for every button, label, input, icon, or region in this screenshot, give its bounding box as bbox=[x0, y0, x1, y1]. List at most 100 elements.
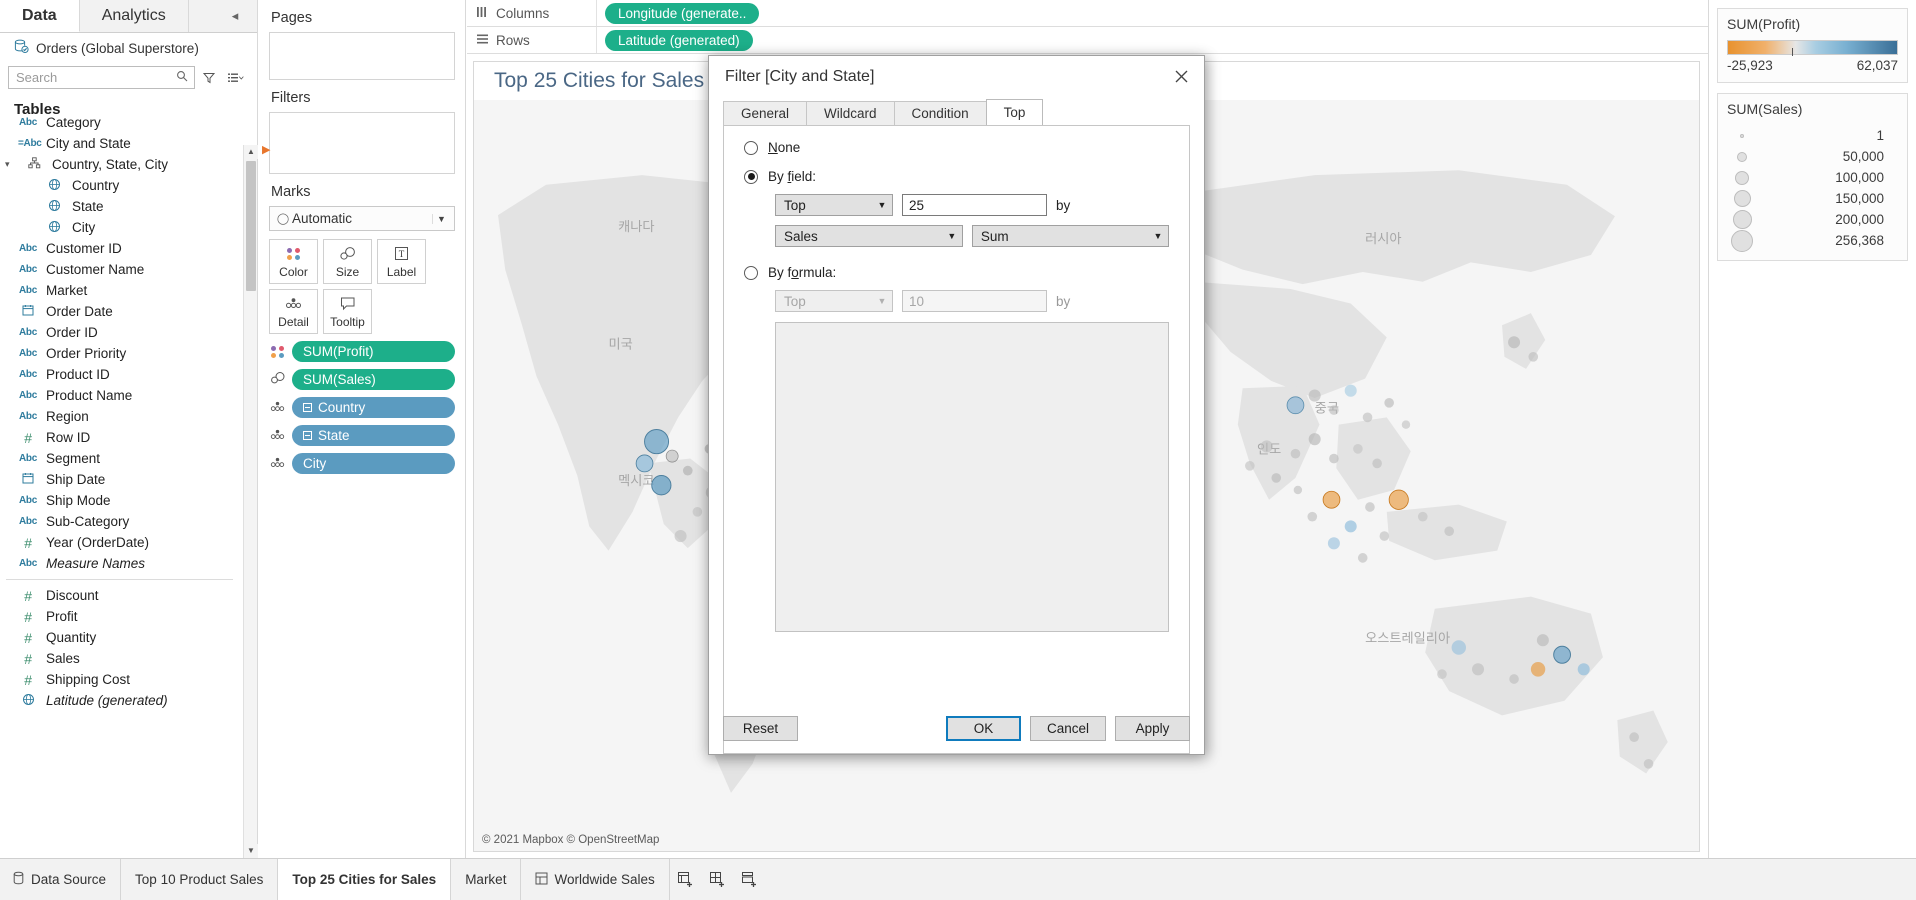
field-item-product-id[interactable]: Abc Product ID bbox=[0, 364, 243, 385]
field-item-state[interactable]: State bbox=[0, 196, 243, 217]
legend-sales[interactable]: SUM(Sales) 1 50,000 100,000 150,000 200,000 2… bbox=[1717, 93, 1908, 261]
field-item-quantity[interactable]: # Quantity bbox=[0, 627, 243, 648]
search-input-wrapper[interactable] bbox=[8, 66, 195, 89]
filter-funnel-icon[interactable] bbox=[199, 67, 219, 88]
new-dashboard-icon[interactable] bbox=[702, 859, 734, 900]
field-item-discount[interactable]: # Discount bbox=[0, 585, 243, 606]
field-item-segment[interactable]: Abc Segment bbox=[0, 448, 243, 469]
sheet-tab-data-source[interactable]: Data Source bbox=[0, 859, 122, 900]
size-shelf-button[interactable]: Size bbox=[323, 239, 372, 284]
dialog-tab-top[interactable]: Top bbox=[985, 99, 1044, 125]
field-item-measure-names[interactable]: Abc Measure Names bbox=[0, 553, 243, 574]
chevron-down-icon[interactable]: ▼ bbox=[872, 296, 892, 306]
group-by-folder-icon[interactable] bbox=[223, 67, 249, 88]
tab-analytics[interactable]: Analytics bbox=[80, 0, 189, 32]
marks-pill-city[interactable]: City bbox=[292, 453, 455, 474]
marks-pill-sum-profit[interactable]: SUM(Profit) bbox=[292, 341, 455, 362]
field-item-city[interactable]: City bbox=[0, 217, 243, 238]
field-item-row-id[interactable]: # Row ID bbox=[0, 427, 243, 448]
field-item-order-priority[interactable]: Abc Order Priority bbox=[0, 343, 243, 364]
tooltip-shelf-button[interactable]: Tooltip bbox=[323, 289, 372, 334]
sheet-tab-worldwide-sales[interactable]: Worldwide Sales bbox=[521, 859, 670, 900]
scroll-up-icon[interactable]: ▲ bbox=[244, 145, 258, 159]
dialog-tab-wildcard[interactable]: Wildcard bbox=[806, 101, 895, 125]
field-item-ship-mode[interactable]: Abc Ship Mode bbox=[0, 490, 243, 511]
ok-button[interactable]: OK bbox=[945, 715, 1021, 741]
marks-pill-sum-sales[interactable]: SUM(Sales) bbox=[292, 369, 455, 390]
close-icon[interactable] bbox=[1158, 56, 1204, 98]
new-worksheet-icon[interactable] bbox=[670, 859, 702, 900]
top-field-select[interactable]: Sales ▼ bbox=[775, 225, 963, 247]
filter-dialog[interactable]: Filter [City and State] General Wildcard… bbox=[708, 55, 1205, 755]
marks-pill-country[interactable]: Country bbox=[292, 397, 455, 418]
legend-profit[interactable]: SUM(Profit) -25,923 62,037 bbox=[1717, 8, 1908, 83]
field-item-order-id[interactable]: Abc Order ID bbox=[0, 322, 243, 343]
scroll-thumb[interactable] bbox=[246, 161, 256, 291]
reset-button[interactable]: Reset bbox=[723, 715, 798, 741]
formula-direction-select[interactable]: Top ▼ bbox=[775, 290, 893, 312]
radio-by-formula[interactable] bbox=[744, 265, 758, 280]
search-input[interactable] bbox=[14, 69, 176, 86]
field-item-profit[interactable]: # Profit bbox=[0, 606, 243, 627]
data-source-row[interactable]: Orders (Global Superstore) bbox=[0, 33, 257, 63]
chevron-down-icon[interactable]: ▼ bbox=[872, 200, 892, 210]
field-item-city-and-state[interactable]: =Abc City and State bbox=[0, 133, 243, 154]
field-item-product-name[interactable]: Abc Product Name bbox=[0, 385, 243, 406]
columns-shelf[interactable]: Columns Longitude (generate.. bbox=[467, 0, 1708, 27]
sheet-tab-market[interactable]: Market bbox=[451, 859, 522, 900]
field-item-category[interactable]: Abc Category bbox=[0, 112, 243, 133]
field-item-customer-name[interactable]: Abc Customer Name bbox=[0, 259, 243, 280]
rows-shelf-content[interactable]: Latitude (generated) bbox=[597, 29, 1708, 51]
field-item-country[interactable]: Country bbox=[0, 175, 243, 196]
new-story-icon[interactable] bbox=[734, 859, 766, 900]
field-list-scrollbar[interactable]: ▲ ▼ bbox=[243, 145, 258, 858]
formula-count-input[interactable]: 10 bbox=[902, 290, 1047, 312]
field-item-year-orderdate[interactable]: # Year (OrderDate) bbox=[0, 532, 243, 553]
sheet-tab-top-25-cities-for-sales[interactable]: Top 25 Cities for Sales bbox=[278, 859, 452, 900]
pill-latitude[interactable]: Latitude (generated) bbox=[605, 29, 753, 51]
field-item-shipping-cost[interactable]: # Shipping Cost bbox=[0, 669, 243, 690]
radio-by-formula-row[interactable]: By formula: bbox=[744, 265, 1169, 280]
field-item-customer-id[interactable]: Abc Customer ID bbox=[0, 238, 243, 259]
apply-button[interactable]: Apply bbox=[1115, 715, 1190, 741]
chevron-down-icon[interactable]: ▼ bbox=[432, 213, 450, 224]
top-direction-select[interactable]: Top ▼ bbox=[775, 194, 893, 216]
detail-shelf-button[interactable]: Detail bbox=[269, 289, 318, 334]
dialog-tab-general[interactable]: General bbox=[723, 101, 808, 125]
mark-type-selector[interactable]: ◯ Automatic ▼ bbox=[269, 206, 455, 231]
field-item-sub-category[interactable]: Abc Sub-Category bbox=[0, 511, 243, 532]
top-aggregation-select[interactable]: Sum ▼ bbox=[971, 225, 1169, 247]
expand-hierarchy-icon[interactable] bbox=[303, 403, 312, 412]
chevron-down-icon[interactable]: ▼ bbox=[1148, 231, 1168, 241]
chevron-down-icon[interactable]: ▾ bbox=[5, 159, 16, 170]
radio-by-field[interactable] bbox=[744, 169, 758, 184]
field-item-market[interactable]: Abc Market bbox=[0, 280, 243, 301]
rows-shelf[interactable]: Rows Latitude (generated) bbox=[467, 27, 1708, 54]
field-item-order-date[interactable]: Order Date bbox=[0, 301, 243, 322]
pages-card-dropzone[interactable] bbox=[269, 32, 455, 80]
filters-card-dropzone[interactable]: ▶ bbox=[262, 112, 455, 174]
pill-longitude[interactable]: Longitude (generate.. bbox=[605, 2, 760, 24]
formula-editor[interactable] bbox=[775, 322, 1169, 632]
field-list[interactable]: Abc Category =Abc City and State ▾ Country, S… bbox=[0, 112, 243, 854]
top-count-input[interactable]: 25 bbox=[902, 194, 1047, 216]
collapse-pane-icon[interactable]: ◂ bbox=[213, 0, 257, 32]
chevron-down-icon[interactable]: ▼ bbox=[942, 231, 962, 241]
marks-pill-state[interactable]: State bbox=[292, 425, 455, 446]
columns-shelf-content[interactable]: Longitude (generate.. bbox=[597, 2, 1708, 24]
radio-by-field-row[interactable]: By field: bbox=[744, 169, 1169, 184]
sheet-tab-top-10-product-sales[interactable]: Top 10 Product Sales bbox=[121, 859, 279, 900]
field-item-latitude-generated[interactable]: Latitude (generated) bbox=[0, 690, 243, 711]
radio-none[interactable] bbox=[744, 140, 758, 155]
field-item-region[interactable]: Abc Region bbox=[0, 406, 243, 427]
scroll-down-icon[interactable]: ▼ bbox=[244, 844, 258, 858]
label-shelf-button[interactable]: T Label bbox=[377, 239, 426, 284]
radio-none-row[interactable]: None bbox=[744, 140, 1169, 155]
dialog-tab-condition[interactable]: Condition bbox=[893, 101, 987, 125]
color-shelf-button[interactable]: Color bbox=[269, 239, 318, 284]
field-item-ship-date[interactable]: Ship Date bbox=[0, 469, 243, 490]
cancel-button[interactable]: Cancel bbox=[1029, 715, 1106, 741]
field-item-sales[interactable]: # Sales bbox=[0, 648, 243, 669]
tab-data[interactable]: Data bbox=[0, 0, 80, 32]
field-item-country-state-city[interactable]: ▾ Country, State, City bbox=[0, 154, 243, 175]
